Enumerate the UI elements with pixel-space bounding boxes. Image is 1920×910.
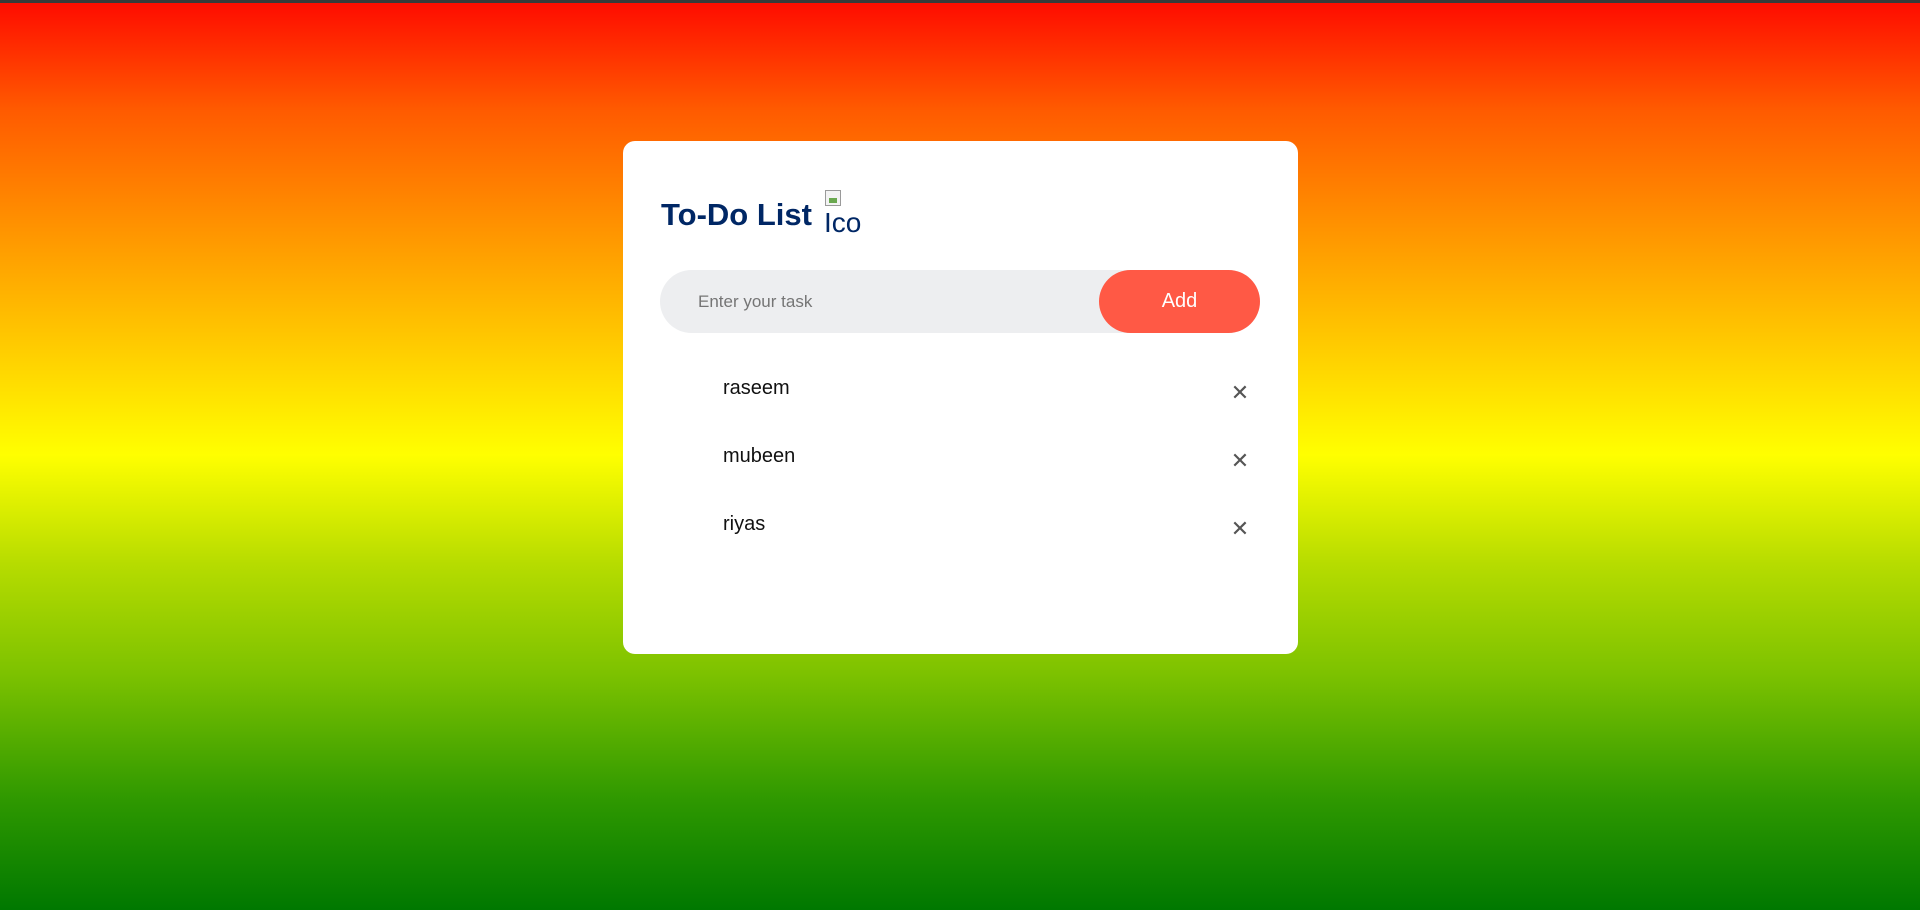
task-item[interactable]: mubeen ✕ [623, 431, 1298, 499]
browser-top-strip [0, 0, 1920, 3]
page-title: To-Do List [661, 196, 812, 232]
add-button[interactable]: Add [1099, 270, 1260, 333]
task-list: raseem ✕ mubeen ✕ riyas ✕ [623, 363, 1298, 567]
broken-image-glyph [824, 189, 842, 207]
task-item[interactable]: raseem ✕ [623, 363, 1298, 431]
task-text: riyas [723, 513, 766, 535]
delete-icon[interactable]: ✕ [1223, 513, 1257, 547]
task-item[interactable]: riyas ✕ [623, 499, 1298, 567]
title-row: To-Do List Icon [661, 189, 862, 239]
task-input[interactable] [660, 270, 1080, 333]
task-text: raseem [723, 377, 790, 399]
todo-card: To-Do List Icon Add raseem ✕ mubeen ✕ ri… [623, 141, 1298, 654]
broken-image-icon: Icon [824, 189, 862, 239]
task-input-row: Add [660, 270, 1260, 333]
task-text: mubeen [723, 445, 796, 467]
delete-icon[interactable]: ✕ [1223, 377, 1257, 411]
image-alt-text: Icon [823, 207, 862, 238]
delete-icon[interactable]: ✕ [1223, 445, 1257, 479]
